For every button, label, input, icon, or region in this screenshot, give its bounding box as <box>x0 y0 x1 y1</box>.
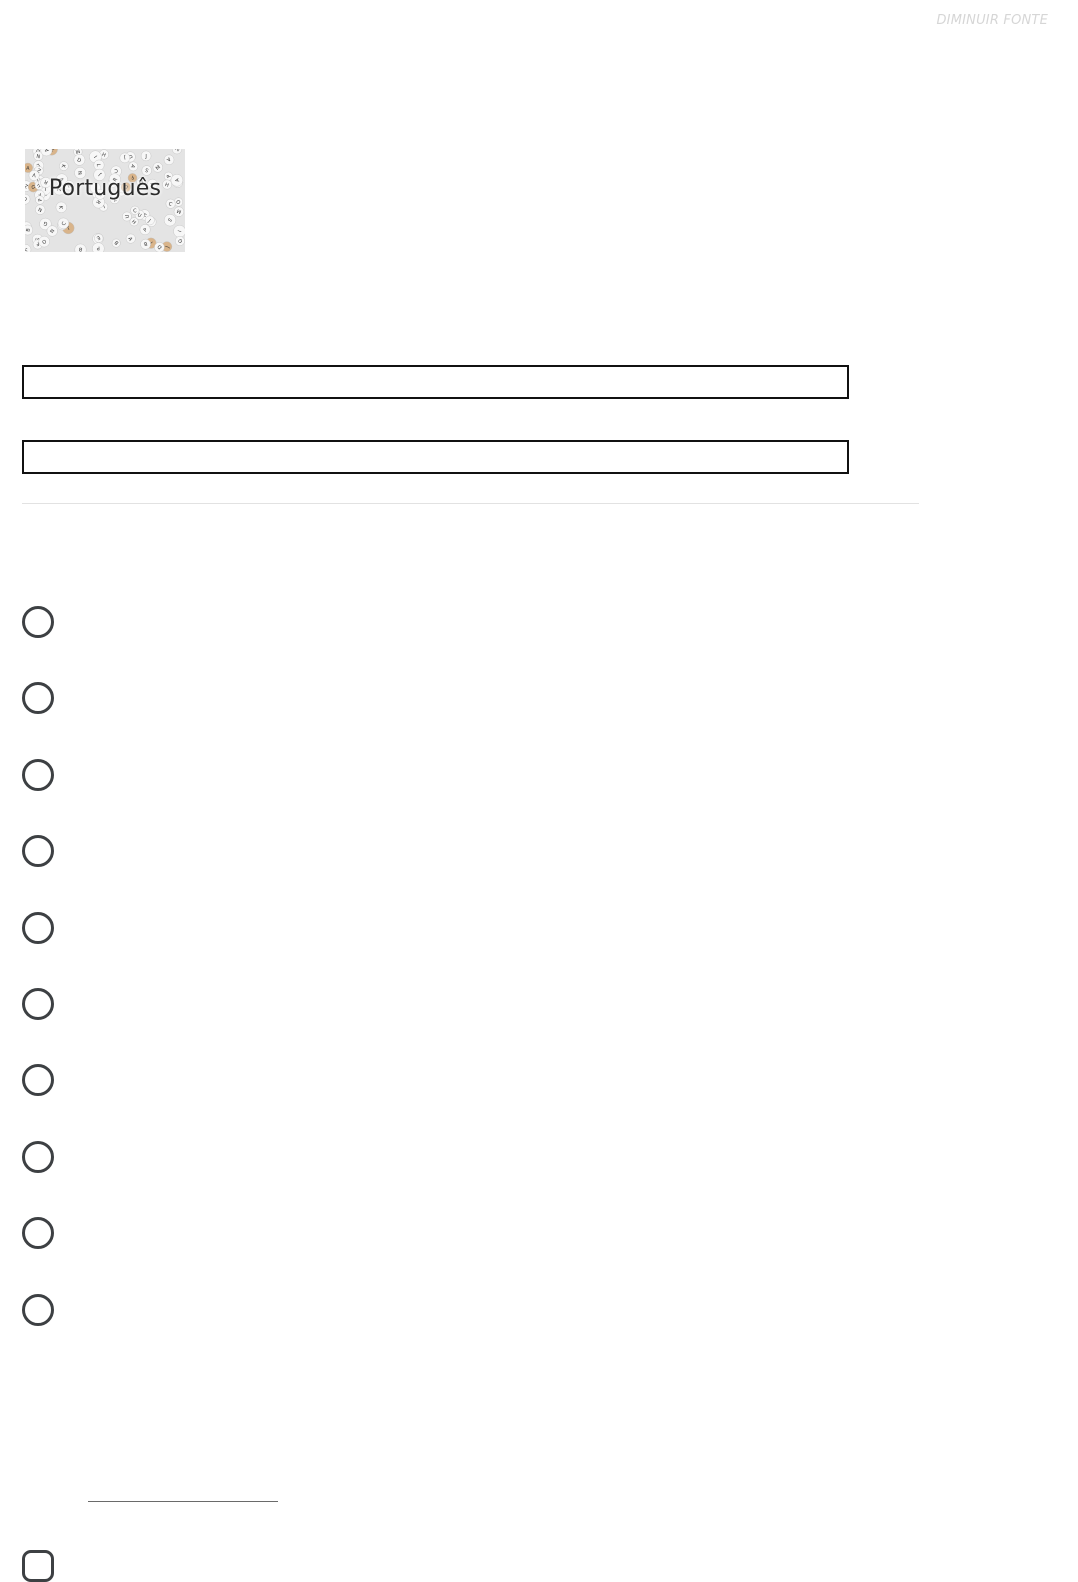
decrease-font-button[interactable]: DIMINUIR FONTE <box>936 13 1048 28</box>
options-list <box>22 606 54 1370</box>
radio-circle-icon[interactable] <box>22 758 54 791</box>
radio-circle-icon[interactable] <box>22 835 54 868</box>
radio-option[interactable] <box>22 1217 54 1250</box>
underline-rule <box>88 1501 278 1502</box>
text-input-1[interactable] <box>22 365 849 399</box>
radio-option[interactable] <box>22 835 54 868</box>
radio-circle-icon[interactable] <box>22 1217 54 1250</box>
radio-option[interactable] <box>22 987 54 1020</box>
radio-option[interactable] <box>22 682 54 715</box>
radio-option[interactable] <box>22 758 54 791</box>
svg-text:V: V <box>25 248 28 252</box>
section-divider <box>22 503 919 504</box>
radio-option[interactable] <box>22 911 54 944</box>
radio-circle-icon[interactable] <box>22 1293 54 1326</box>
radio-circle-icon[interactable] <box>22 911 54 944</box>
text-input-2[interactable] <box>22 440 849 474</box>
svg-text:L: L <box>95 164 101 167</box>
radio-circle-icon[interactable] <box>22 987 54 1020</box>
subject-card-portuguese[interactable]: LSDZMFHFEOTCTHZZSPADHAJVUNJOPTIPDAOIMLMA… <box>25 149 185 252</box>
radio-circle-icon[interactable] <box>22 1064 54 1097</box>
subject-title: Português <box>48 176 162 201</box>
checkbox-icon[interactable] <box>22 1550 54 1582</box>
svg-text:J: J <box>144 154 146 160</box>
radio-circle-icon[interactable] <box>22 1140 54 1173</box>
radio-option[interactable] <box>22 606 54 638</box>
radio-circle-icon[interactable] <box>22 682 54 715</box>
radio-circle-icon[interactable] <box>22 606 54 638</box>
radio-option[interactable] <box>22 1293 54 1326</box>
radio-option[interactable] <box>22 1064 54 1097</box>
svg-text:P: P <box>97 245 100 251</box>
radio-option[interactable] <box>22 1140 54 1173</box>
